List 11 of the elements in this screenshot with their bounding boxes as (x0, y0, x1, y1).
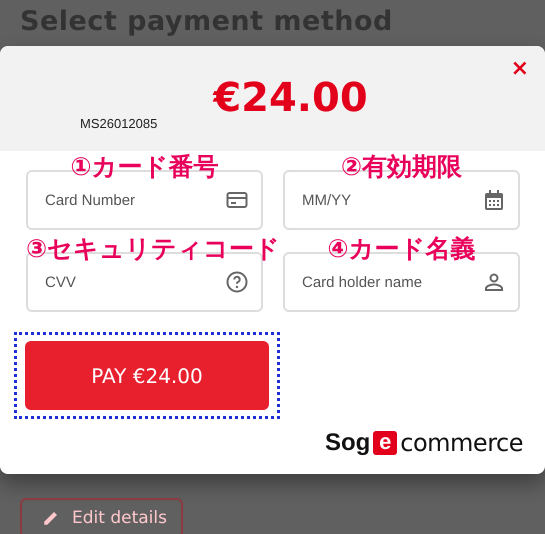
logo-text: commerce (400, 429, 523, 457)
pencil-icon (42, 509, 60, 527)
logo-mark: e (373, 431, 398, 455)
pay-button[interactable]: PAY €24.00 (25, 341, 269, 410)
close-button[interactable]: × (508, 56, 531, 81)
calendar-icon (482, 188, 506, 212)
order-number: MS26012085 (80, 116, 158, 131)
amount: €24.00 (213, 74, 368, 120)
help-icon (225, 270, 249, 294)
edit-details-button[interactable]: Edit details (20, 498, 183, 534)
logo-text: Sog (324, 429, 370, 457)
